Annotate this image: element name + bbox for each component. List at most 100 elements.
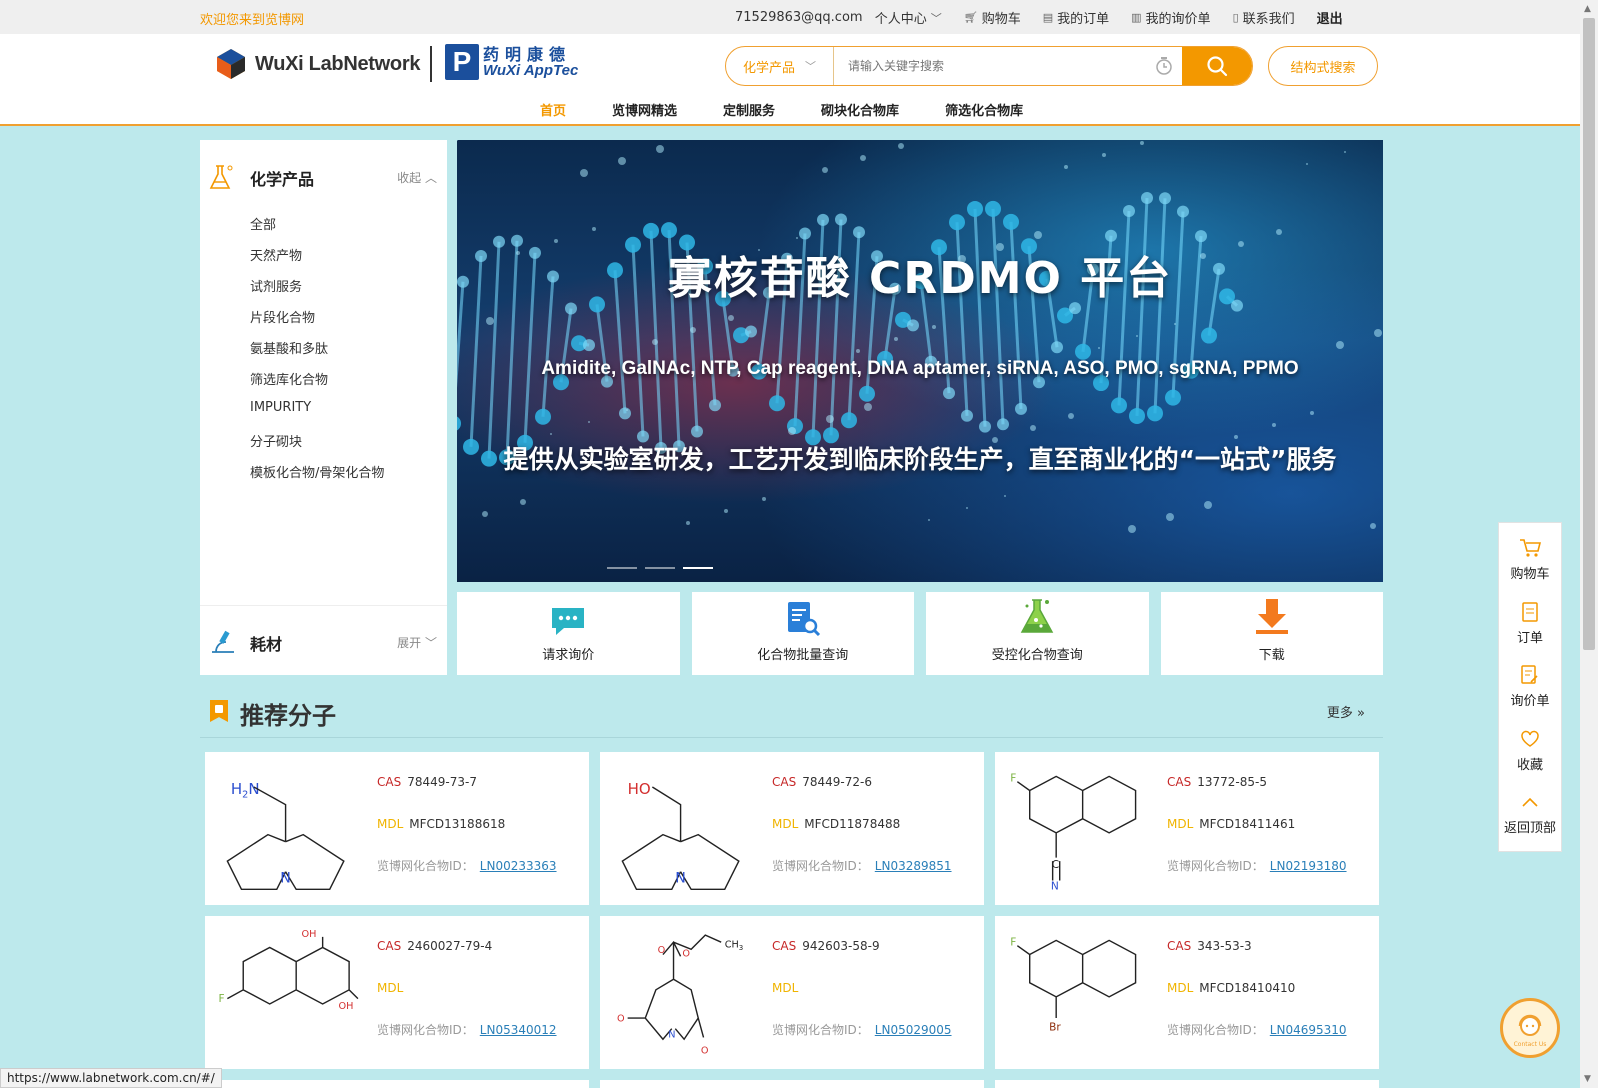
contact-us-link[interactable]: ▯ 联系我们 <box>1233 8 1295 27</box>
consumables-title: 耗材 <box>250 635 283 654</box>
sidebar-item-fragments[interactable]: 片段化合物 <box>250 307 384 338</box>
molecule-card[interactable] <box>995 1080 1379 1088</box>
banner-tagline: 提供从实验室研发，工艺开发到临床阶段生产，直至商业化的“一站式”服务 <box>503 445 1337 474</box>
molecule-structure-image[interactable]: HO N <box>610 762 760 902</box>
tile-label: 下载 <box>1258 648 1285 663</box>
scroll-down-arrow-icon[interactable]: ▼ <box>1584 1074 1591 1084</box>
request-quote-tile[interactable]: 请求询价 <box>457 592 680 675</box>
my-orders-link[interactable]: ▤ 我的订单 <box>1043 8 1109 27</box>
compound-id-link[interactable]: LN05340012 <box>480 1024 557 1066</box>
carousel-dot[interactable] <box>607 567 637 569</box>
sidebar-item-building-blocks[interactable]: 分子砌块 <box>250 431 384 462</box>
expand-toggle[interactable]: 展开 ﹀ <box>397 634 437 651</box>
hero-banner[interactable]: 寡核苷酸 CRDMO 平台 Amidite, GalNAc, NTP, Cap … <box>457 140 1383 582</box>
molecule-card[interactable]: F C N CAS 13772-85-5 MDL MFCD18411461 览博网化… <box>995 752 1379 905</box>
carousel-indicators <box>607 567 713 569</box>
compound-id-link[interactable]: LN03289851 <box>875 860 952 902</box>
search-button[interactable] <box>1182 47 1252 85</box>
molecule-structure-image[interactable]: H2N N <box>215 762 365 902</box>
download-tile[interactable]: 下载 <box>1160 592 1383 675</box>
molecule-structure-image[interactable]: CH3 O O O O N <box>610 926 760 1066</box>
molecule-card[interactable]: H2N N CAS 78449-73-7 MDL MFCD13188618 览博网化… <box>205 752 589 905</box>
molecule-card[interactable] <box>205 1080 589 1088</box>
cas-value: 13772-85-5 <box>1197 775 1267 789</box>
apptec-logo[interactable]: P 药明康德 WuXi AppTec <box>445 44 578 80</box>
compound-id-link[interactable]: LN02193180 <box>1270 860 1347 902</box>
contact-us-text: 联系我们 <box>1242 12 1295 27</box>
compound-id-label: 览博网化合物ID： <box>772 859 869 873</box>
svg-text:N: N <box>1051 880 1059 892</box>
sidebar-item-natural-products[interactable]: 天然产物 <box>250 245 384 276</box>
cart-icon <box>1519 533 1541 563</box>
float-inquiry-label: 询价单 <box>1510 694 1550 710</box>
molecule-card[interactable]: HO N CAS 78449-72-6 MDL MFCD11878488 览博网化合… <box>600 752 984 905</box>
consumables-section[interactable]: 耗材 展开 ﹀ <box>200 605 447 675</box>
recommended-header: 推荐分子 更多 » <box>200 688 1383 738</box>
cart-link-text: 购物车 <box>981 12 1021 27</box>
batch-query-tile[interactable]: 化合物批量查询 <box>691 592 914 675</box>
chevron-down-icon: ﹀ <box>421 636 437 650</box>
carousel-dot[interactable] <box>645 567 675 569</box>
float-favorites-label: 收藏 <box>1516 757 1543 773</box>
search-input[interactable] <box>834 47 1146 85</box>
carousel-dot-active[interactable] <box>683 567 713 569</box>
compound-id-link[interactable]: LN00233363 <box>480 860 557 902</box>
float-inquiry-button[interactable]: 询价单 <box>1510 660 1550 724</box>
float-orders-button[interactable]: 订单 <box>1517 597 1543 661</box>
my-inquiries-link[interactable]: ▥ 我的询价单 <box>1131 8 1210 27</box>
tile-label: 受控化合物查询 <box>991 648 1083 663</box>
float-favorites-button[interactable]: 收藏 <box>1517 724 1543 788</box>
sidebar-item-reagent-service[interactable]: 试剂服务 <box>250 276 384 307</box>
float-cart-button[interactable]: 购物车 <box>1510 533 1550 597</box>
sidebar-item-amino-acids[interactable]: 氨基酸和多肽 <box>250 338 384 369</box>
molecule-card[interactable] <box>600 1080 984 1088</box>
mdl-label: MDL <box>377 981 404 995</box>
expand-label: 展开 <box>397 636 422 650</box>
molecule-card[interactable]: F Br CAS 343-53-3 MDL MFCD18410410 览博网化合物I… <box>995 916 1379 1069</box>
nav-home[interactable]: 首页 <box>540 100 566 119</box>
banner-title: 寡核苷酸 CRDMO 平台 <box>667 253 1173 304</box>
molecule-card[interactable]: CH3 O O O O N CAS 942603-58-9 MDL 览博网化合物I… <box>600 916 984 1069</box>
nav-screening-library[interactable]: 筛选化合物库 <box>945 100 1023 119</box>
svg-text:N: N <box>280 870 291 886</box>
compound-id-link[interactable]: LN04695310 <box>1270 1024 1347 1066</box>
compound-id-link[interactable]: LN05029005 <box>875 1024 952 1066</box>
labnetwork-logo[interactable]: WuXi LabNetwork <box>215 48 420 80</box>
collapse-toggle[interactable]: 收起 ︿ <box>397 169 437 186</box>
compound-id-label: 览博网化合物ID： <box>1167 859 1264 873</box>
cube-logo-icon <box>217 49 245 79</box>
nav-custom-service[interactable]: 定制服务 <box>723 100 775 119</box>
molecule-card[interactable]: F OH OH CAS 2460027-79-4 MDL 览博网化合物ID： LN0… <box>205 916 589 1069</box>
user-center-link[interactable]: 个人中心 <box>875 8 927 27</box>
nav-building-blocks[interactable]: 砌块化合物库 <box>821 100 899 119</box>
sidebar-title: 化学产品 <box>250 170 315 189</box>
structure-search-button[interactable]: 结构式搜索 <box>1268 46 1378 86</box>
user-email[interactable]: 71529863@qq.com 个人中心 ﹀ <box>735 8 942 27</box>
chevron-down-icon: ﹀ <box>930 11 942 25</box>
scroll-up-arrow-icon[interactable]: ▲ <box>1584 4 1591 14</box>
molecule-info: CAS 942603-58-9 MDL 览博网化合物ID： LN05029005 <box>772 940 952 1066</box>
sidebar-item-scaffolds[interactable]: 模板化合物/骨架化合物 <box>250 462 384 493</box>
cart-link[interactable]: 🛒︎ 购物车 <box>964 8 1021 27</box>
controlled-compound-tile[interactable]: 受控化合物查询 <box>926 592 1149 675</box>
float-cart-label: 购物车 <box>1510 567 1550 582</box>
molecule-info: CAS 78449-72-6 MDL MFCD11878488 览博网化合物ID： L… <box>772 776 952 902</box>
nav-featured[interactable]: 览博网精选 <box>612 100 677 119</box>
user-email-text: 71529863@qq.com <box>735 10 863 25</box>
molecule-structure-image[interactable]: F C N <box>1005 762 1155 902</box>
mdl-label: MDL <box>772 981 799 995</box>
scrollbar-thumb[interactable] <box>1583 18 1595 650</box>
history-clock-icon[interactable] <box>1146 47 1182 85</box>
logout-link[interactable]: 退出 <box>1317 8 1343 27</box>
sidebar-item-all[interactable]: 全部 <box>250 214 384 245</box>
search-icon <box>1207 56 1228 77</box>
molecule-structure-image[interactable]: F OH OH <box>215 926 365 1066</box>
back-to-top-button[interactable]: 返回顶部 <box>1504 787 1556 851</box>
molecule-structure-image[interactable]: F Br <box>1005 926 1155 1066</box>
sidebar-item-screening[interactable]: 筛选库化合物 <box>250 369 384 400</box>
sidebar-item-impurity[interactable]: IMPURITY <box>250 400 384 431</box>
contact-us-badge[interactable]: Contact Us <box>1500 998 1560 1058</box>
inquiry-edit-icon <box>1520 660 1540 690</box>
more-link[interactable]: 更多 » <box>1327 702 1365 721</box>
search-category-select[interactable]: 化学产品 ﹀ <box>726 47 834 85</box>
